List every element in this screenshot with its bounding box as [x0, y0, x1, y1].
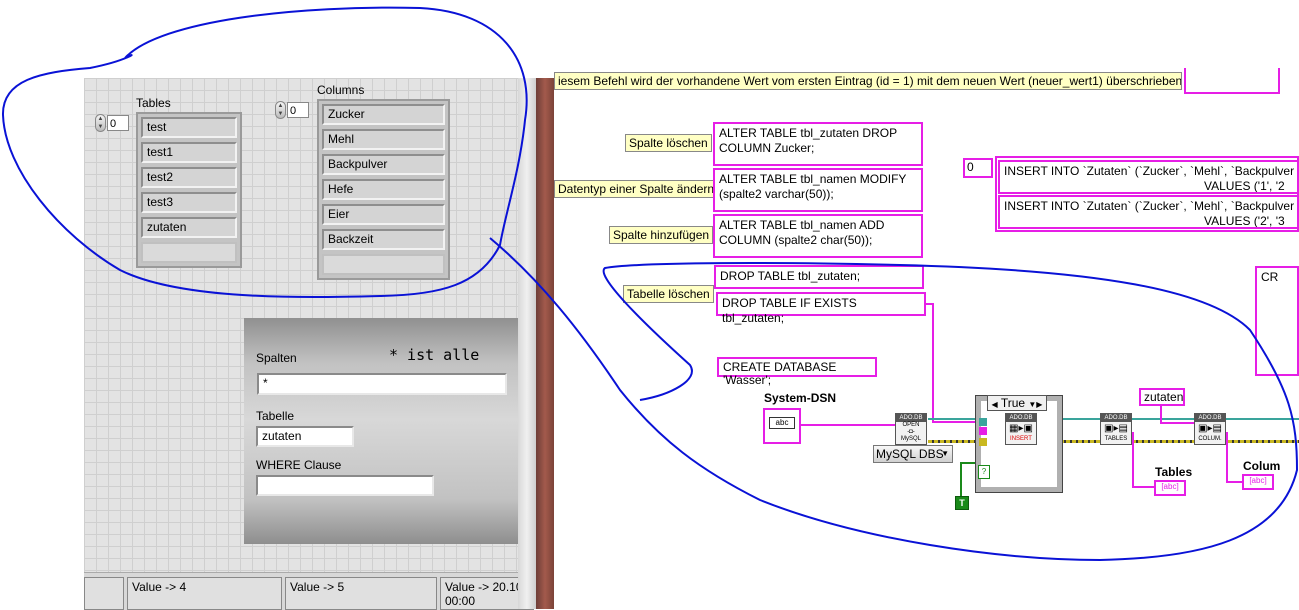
annotation-circle-right: [489, 237, 1299, 562]
annotation-overlay: [1, 6, 1299, 562]
annotation-circle-left: [1, 6, 528, 298]
